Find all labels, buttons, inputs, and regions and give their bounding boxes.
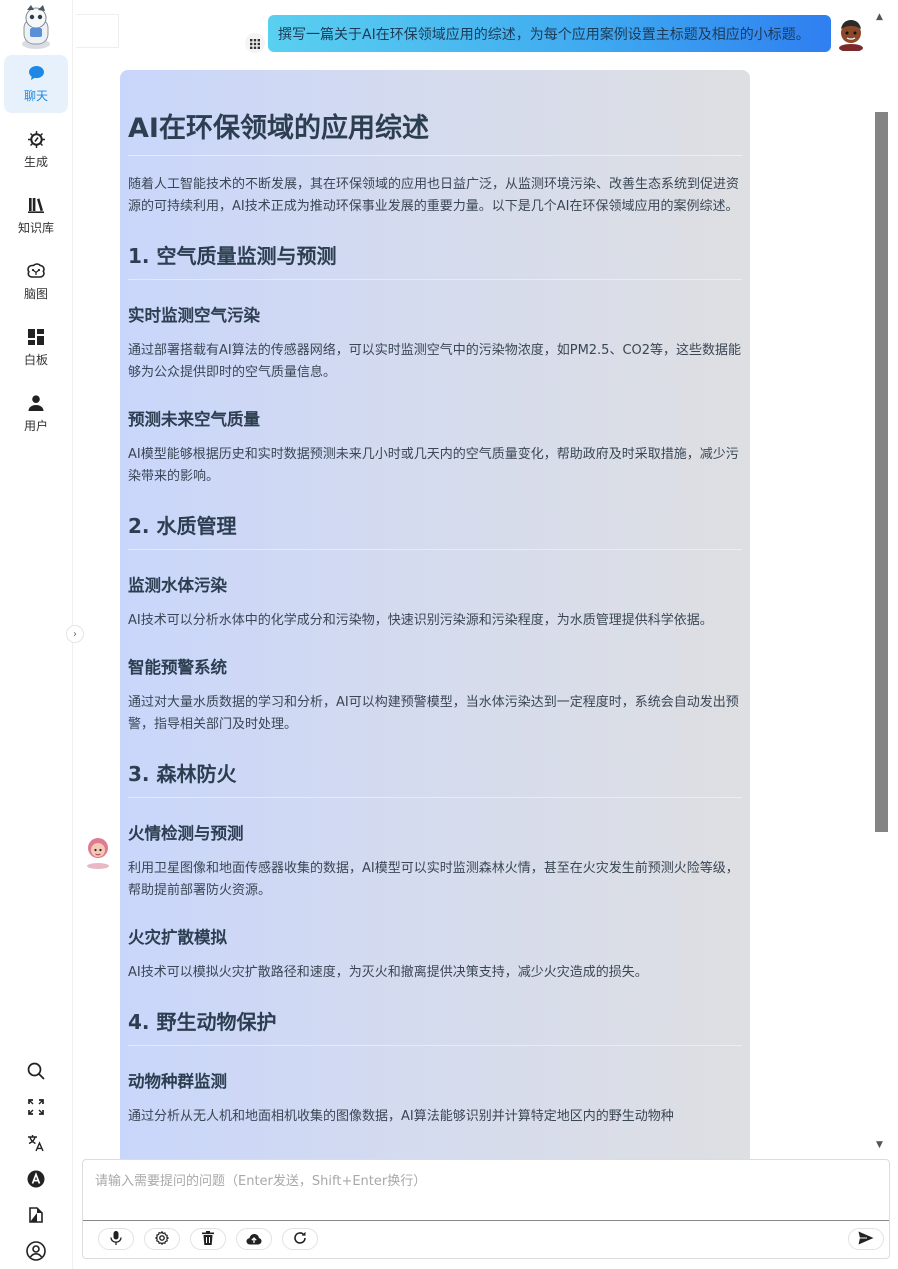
sidebar-item-chat[interactable]: 聊天 xyxy=(4,55,68,113)
brain-icon xyxy=(27,262,45,280)
app-logo xyxy=(16,4,56,50)
font-icon[interactable] xyxy=(26,1169,46,1189)
answer-title: AI在环保领域的应用综述 xyxy=(128,106,742,156)
subsection-text: 通过对大量水质数据的学习和分析，AI可以构建预警模型，当水体污染达到一定程度时，… xyxy=(128,695,739,732)
sidebar-item-mindmap[interactable]: 脑图 xyxy=(4,253,68,311)
subsection-text: 通过部署搭载有AI算法的传感器网络，可以实时监测空气中的污染物浓度，如PM2.5… xyxy=(128,343,742,380)
input-divider xyxy=(83,1220,889,1221)
scroll-up-arrow-icon[interactable]: ▲ xyxy=(876,12,883,22)
top-panel-stub xyxy=(76,14,119,48)
grid-icon xyxy=(250,34,260,53)
upload-cloud-icon xyxy=(246,1230,262,1249)
subsection-title: 预测未来空气质量 xyxy=(128,410,260,429)
account-icon[interactable] xyxy=(26,1241,46,1261)
subsection-title: 火情检测与预测 xyxy=(128,824,244,843)
subsection-title: 监测水体污染 xyxy=(128,576,227,595)
section-heading: 3. 森林防火 xyxy=(128,758,742,798)
settings-button[interactable] xyxy=(144,1228,180,1250)
user-message-bubble: 撰写一篇关于AI在环保领域应用的综述，为每个应用案例设置主标题及相应的小标题。 xyxy=(268,15,831,52)
assistant-avatar xyxy=(84,833,112,869)
scrollbar-thumb[interactable] xyxy=(875,112,888,832)
sidebar-item-label: 白板 xyxy=(23,353,48,367)
fullscreen-icon[interactable] xyxy=(26,1097,46,1117)
delete-icon xyxy=(202,1230,214,1249)
subsection-title: 动物种群监测 xyxy=(128,1072,227,1091)
user-avatar xyxy=(836,17,866,52)
sidebar-item-generate[interactable]: 生成 xyxy=(4,121,68,179)
sidebar-item-knowledge-base[interactable]: 知识库 xyxy=(4,187,68,245)
voice-input-button[interactable] xyxy=(98,1228,134,1250)
clear-chat-button[interactable] xyxy=(190,1228,226,1250)
section-heading: 2. 水质管理 xyxy=(128,510,742,550)
sidebar: 聊天 生成 知识库 脑图 白板 用户 xyxy=(0,0,73,1269)
answer-intro: 随着人工智能技术的不断发展，其在环保领域的应用也日益广泛，从监测环境污染、改善生… xyxy=(128,177,740,214)
library-icon xyxy=(27,196,45,214)
user-message-text: 撰写一篇关于AI在环保领域应用的综述，为每个应用案例设置主标题及相应的小标题。 xyxy=(278,26,810,43)
sidebar-item-label: 知识库 xyxy=(17,221,54,235)
send-icon xyxy=(858,1230,874,1249)
sidebar-collapse-button[interactable]: › xyxy=(66,625,84,643)
translate-icon[interactable] xyxy=(26,1133,46,1153)
theme-icon[interactable] xyxy=(26,1205,46,1225)
subsection-text: 利用卫星图像和地面传感器收集的数据，AI模型可以实时监测森林火情，甚至在火灾发生… xyxy=(128,861,739,898)
regenerate-button[interactable] xyxy=(282,1228,318,1250)
subsection-title: 实时监测空气污染 xyxy=(128,306,260,325)
generate-icon xyxy=(27,130,45,148)
apps-grid-button[interactable] xyxy=(245,33,265,53)
subsection-text: AI模型能够根据历史和实时数据预测未来几小时或几天内的空气质量变化，帮助政府及时… xyxy=(128,447,739,484)
assistant-answer-card: AI在环保领域的应用综述 随着人工智能技术的不断发展，其在环保领域的应用也日益广… xyxy=(120,70,750,1159)
send-button[interactable] xyxy=(848,1228,884,1250)
settings-icon xyxy=(154,1230,170,1249)
section-heading: 1. 空气质量监测与预测 xyxy=(128,240,742,280)
sidebar-item-whiteboard[interactable]: 白板 xyxy=(4,319,68,377)
upload-button[interactable] xyxy=(236,1228,272,1250)
microphone-icon xyxy=(110,1230,122,1249)
section-heading: 4. 野生动物保护 xyxy=(128,1006,742,1046)
sidebar-item-user[interactable]: 用户 xyxy=(4,385,68,443)
chevron-right-icon: › xyxy=(73,628,77,640)
search-icon[interactable] xyxy=(26,1061,46,1081)
subsection-text: 通过分析从无人机和地面相机收集的图像数据，AI算法能够识别并计算特定地区内的野生… xyxy=(128,1109,674,1124)
chat-input-box xyxy=(82,1159,890,1259)
subsection-text: AI技术可以分析水体中的化学成分和污染物，快速识别污染源和污染程度，为水质管理提… xyxy=(128,613,713,628)
whiteboard-icon xyxy=(27,328,45,346)
subsection-title: 智能预警系统 xyxy=(128,658,227,677)
chat-bubble-icon xyxy=(27,64,45,82)
sidebar-item-label: 用户 xyxy=(23,419,48,433)
sidebar-item-label: 脑图 xyxy=(23,287,48,301)
subsection-text: AI技术可以模拟火灾扩散路径和速度，为灭火和撤离提供决策支持，减少火灾造成的损失… xyxy=(128,965,648,980)
sidebar-item-label: 生成 xyxy=(23,155,48,169)
question-input[interactable] xyxy=(83,1160,889,1220)
user-icon xyxy=(27,394,45,412)
sidebar-item-label: 聊天 xyxy=(23,89,48,103)
subsection-title: 火灾扩散模拟 xyxy=(128,928,227,947)
scroll-down-arrow-icon[interactable]: ▼ xyxy=(876,1140,883,1150)
refresh-icon xyxy=(293,1230,307,1249)
